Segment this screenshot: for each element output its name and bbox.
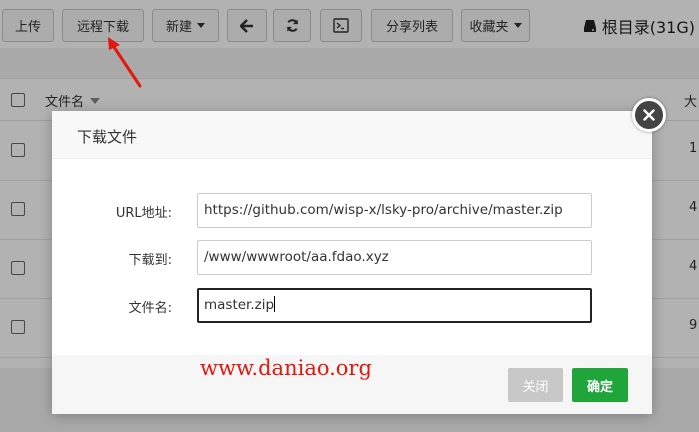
text-cursor (274, 296, 276, 312)
url-label: URL地址: (115, 206, 172, 221)
download-to-value: /www/wwwroot/aa.fdao.xyz (204, 249, 389, 265)
download-to-input[interactable]: /www/wwwroot/aa.fdao.xyz (197, 240, 592, 275)
dialog-title: 下载文件 (77, 128, 138, 146)
url-input-value: https://github.com/wisp-x/lsky-pro/archi… (204, 202, 563, 218)
dialog-close-button[interactable] (632, 98, 666, 132)
close-button[interactable]: 关闭 (508, 368, 563, 402)
watermark-text: www.daniao.org (200, 356, 372, 380)
annotation-arrow-icon (108, 37, 142, 88)
download-to-label: 下载到: (128, 253, 172, 268)
close-icon (643, 109, 655, 121)
filename-input[interactable]: master.zip (197, 288, 592, 323)
dialog-header: 下载文件 (52, 111, 652, 159)
filename-label: 文件名: (128, 301, 172, 316)
url-input[interactable]: https://github.com/wisp-x/lsky-pro/archi… (197, 193, 592, 228)
filename-value: master.zip (204, 297, 275, 313)
confirm-button[interactable]: 确定 (572, 368, 628, 402)
